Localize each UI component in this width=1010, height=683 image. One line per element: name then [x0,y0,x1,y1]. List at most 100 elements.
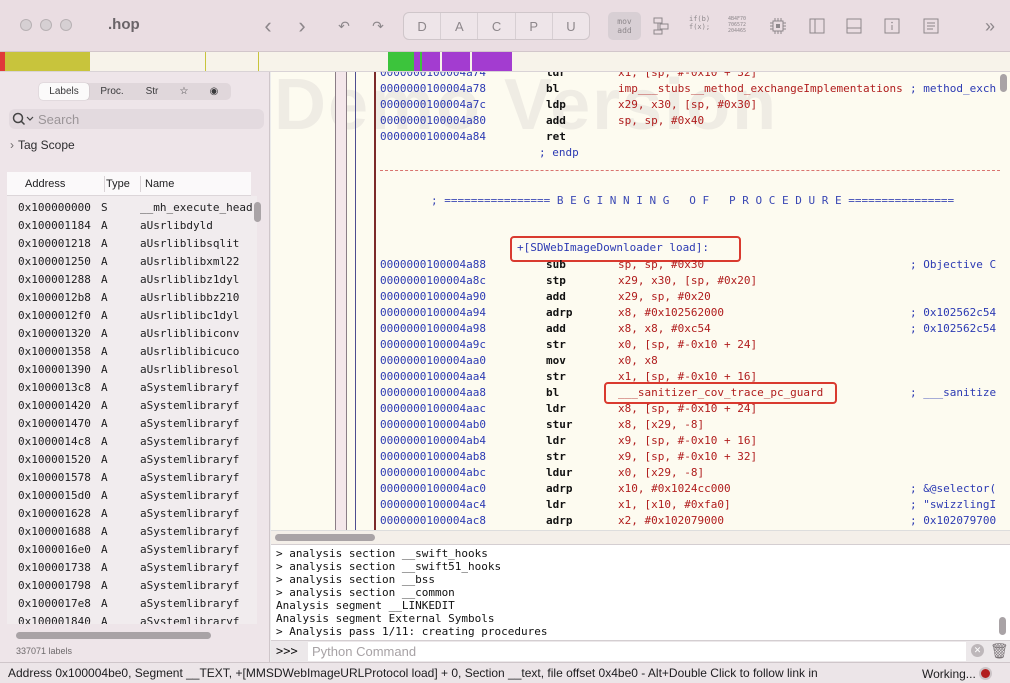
symbol-row[interactable]: 0x100001390 AaUsrliblibresol [7,362,257,380]
mode-p-button[interactable]: P [516,13,553,39]
mode-a-button[interactable]: A [441,13,479,39]
clear-input-icon[interactable]: ✕ [971,644,984,657]
column-name[interactable]: Name [145,178,174,190]
instruction-line[interactable]: 0000000100004a8c stp x29, x30, [sp, #0x20] [380,273,1000,289]
hex-view-icon[interactable]: 4B4F70 706572 204465 [728,16,746,34]
symbol-row[interactable]: 0x100000000 S __mh_execute_head [7,200,257,218]
mode-u-button[interactable]: U [553,13,589,39]
tab-tags[interactable]: ◉ [199,83,229,100]
column-divider[interactable] [140,176,141,192]
symbol-row[interactable]: 0x100001288 AaUsrliblibz1dyl [7,272,257,290]
console-scrollbar[interactable] [999,617,1006,635]
navigation-bar[interactable] [0,52,1010,72]
symbol-row[interactable]: 0x100001840 AaSystemlibraryf [7,614,257,624]
symbol-row[interactable]: 0x1000012b8 AaUsrliblibbz210 [7,290,257,308]
instruction-line[interactable]: 0000000100004abc ldur x0, [x29, -8] [380,465,1000,481]
instruction-line[interactable]: 0000000100004a78 bl imp___stubs__method_ex… [380,81,1000,97]
instruction-line[interactable]: 0000000100004ac0 adrp x10, #0x1024cc000 ; &… [380,481,1000,497]
forward-arrow-icon[interactable]: › [292,13,312,39]
more-toolbar-icon[interactable]: » [980,13,1000,39]
instruction-line[interactable]: 0000000100004a88 sub sp, sp, #0x30 ; Object… [380,257,1000,273]
close-window-button[interactable] [20,19,32,31]
pseudocode-icon[interactable]: if(b) f(x); [689,15,710,31]
redo-icon[interactable]: ↷ [368,13,388,39]
minimize-window-button[interactable] [40,19,52,31]
symbol-name: aUsrliblibxml22 [140,255,240,268]
column-divider[interactable] [104,176,105,192]
symbol-row[interactable]: 0x100001688 AaSystemlibraryf [7,524,257,542]
symbol-row[interactable]: 0x100001250 AaUsrliblibxml22 [7,254,257,272]
instruction-line[interactable]: 0000000100004aa8 bl ___sanitizer_cov_trace… [380,385,1000,401]
disassembly-view[interactable]: Demo Version ; ================ B E G I … [271,72,1010,530]
trash-icon[interactable]: 🗑 [990,642,1009,660]
instruction-line[interactable]: 0000000100004ab0 stur x8, [x29, -8] [380,417,1000,433]
symbol-row[interactable]: 0x100001218 AaUsrliblibsqlit [7,236,257,254]
instruction-line[interactable]: 0000000100004a94 adrp x8, #0x102562000 ; 0x… [380,305,1000,321]
console-prompt: >>> [276,644,298,658]
mode-c-button[interactable]: C [478,13,516,39]
disassembly-vertical-scrollbar[interactable] [1000,74,1007,92]
instruction-line[interactable]: 0000000100004ab8 str x9, [sp, #-0x10 + 32] [380,449,1000,465]
mode-d-button[interactable]: D [404,13,442,39]
instruction-line[interactable]: 0000000100004a90 add x29, sp, #0x20 [380,289,1000,305]
instruction-line[interactable]: 0000000100004a9c str x0, [sp, #-0x10 + 24] [380,337,1000,353]
back-arrow-icon[interactable]: ‹ [258,13,278,39]
instruction-line[interactable]: 0000000100004aa0 mov x0, x8 [380,353,1000,369]
cfg-graph-icon[interactable] [650,13,672,39]
python-command-input[interactable] [308,642,966,661]
tag-scope-disclosure[interactable]: › Tag Scope [10,138,75,152]
instruction-line[interactable]: 0000000100004aac ldr x8, [sp, #-0x10 + 24] [380,401,1000,417]
instruction-line[interactable]: 0000000100004a98 add x8, x8, #0xc54 ; 0x102… [380,321,1000,337]
instruction-line[interactable]: 0000000100004ac8 adrp x2, #0x102079000 ; 0x… [380,513,1000,529]
cpu-chip-icon[interactable] [768,13,788,39]
disassembly-horizontal-scrollbar[interactable] [271,530,1010,544]
symbol-row[interactable]: 0x1000017e8 AaSystemlibraryf [7,596,257,614]
symbol-row[interactable]: 0x1000012f0 AaUsrliblibc1dyl [7,308,257,326]
symbol-row[interactable]: 0x1000014c8 AaSystemlibraryf [7,434,257,452]
column-address[interactable]: Address [25,178,65,190]
zoom-window-button[interactable] [60,19,72,31]
symbol-table-vertical-scrollbar[interactable] [254,202,261,222]
symbol-table-horizontal-scrollbar[interactable] [16,632,211,639]
symbol-row[interactable]: 0x100001578 AaSystemlibraryf [7,470,257,488]
symbol-name: aSystemlibraryf [140,597,240,610]
label-count: 337071 labels [16,646,73,656]
symbol-row[interactable]: 0x100001184 AaUsrlibdyld [7,218,257,236]
search-field[interactable]: Search [9,109,264,129]
scrollbar-thumb[interactable] [275,534,375,541]
symbol-row[interactable]: 0x1000013c8 AaSystemlibraryf [7,380,257,398]
instruction-mnemonic: ldr [546,402,566,415]
symbol-row[interactable]: 0x100001798 AaSystemlibraryf [7,578,257,596]
tab-labels[interactable]: Labels [39,83,89,100]
symbol-row[interactable]: 0x100001628 AaSystemlibraryf [7,506,257,524]
symbol-row[interactable]: 0x100001520 AaSystemlibraryf [7,452,257,470]
column-type[interactable]: Type [106,178,130,190]
instruction-line[interactable]: 0000000100004a7c ldp x29, x30, [sp, #0x30] [380,97,1000,113]
symbol-row[interactable]: 0x1000016e0 AaSystemlibraryf [7,542,257,560]
symbol-row[interactable]: 0x100001470 AaSystemlibraryf [7,416,257,434]
document-info-icon[interactable] [922,13,940,39]
instruction-line[interactable]: 0000000100004aa4 str x1, [sp, #-0x10 + 16] [380,369,1000,385]
endp-label: ; endp [539,146,579,159]
symbol-row[interactable]: 0x100001420 AaSystemlibraryf [7,398,257,416]
inspector-panel-icon[interactable] [883,13,901,39]
bottom-panel-toggle-icon[interactable] [845,13,863,39]
tab-procedures[interactable]: Proc. [89,83,135,100]
instruction-operands: x2, #0x102079000 [618,514,724,527]
assembly-view-button[interactable]: mov add [608,12,641,40]
tab-strings[interactable]: Str [135,83,169,100]
left-panel-toggle-icon[interactable] [808,13,826,39]
tab-bookmarks[interactable]: ☆ [169,83,199,100]
instruction-line[interactable]: 0000000100004ab4 ldr x9, [sp, #-0x10 + 16] [380,433,1000,449]
symbol-row[interactable]: 0x1000015d0 AaSystemlibraryf [7,488,257,506]
symbol-row[interactable]: 0x100001738 AaSystemlibraryf [7,560,257,578]
instruction-line[interactable]: 0000000100004a84 ret [380,129,1000,145]
symbol-table[interactable]: 0x100000000 S __mh_execute_head 0x100001184… [7,196,257,624]
instruction-line[interactable]: 0000000100004ac4 ldr x1, [x10, #0xfa0] ; "s… [380,497,1000,513]
pseudocode-label: if(b) f(x); [689,15,711,31]
symbol-row[interactable]: 0x100001320 AaUsrliblibiconv [7,326,257,344]
instruction-line[interactable]: 0000000100004a80 add sp, sp, #0x40 [380,113,1000,129]
symbol-row[interactable]: 0x100001358 AaUsrliblibicuco [7,344,257,362]
instruction-line[interactable]: 0000000100004a74 ldr x1, [sp, #-0x10 + 32] [380,72,1000,81]
undo-icon[interactable]: ↶ [334,13,354,39]
